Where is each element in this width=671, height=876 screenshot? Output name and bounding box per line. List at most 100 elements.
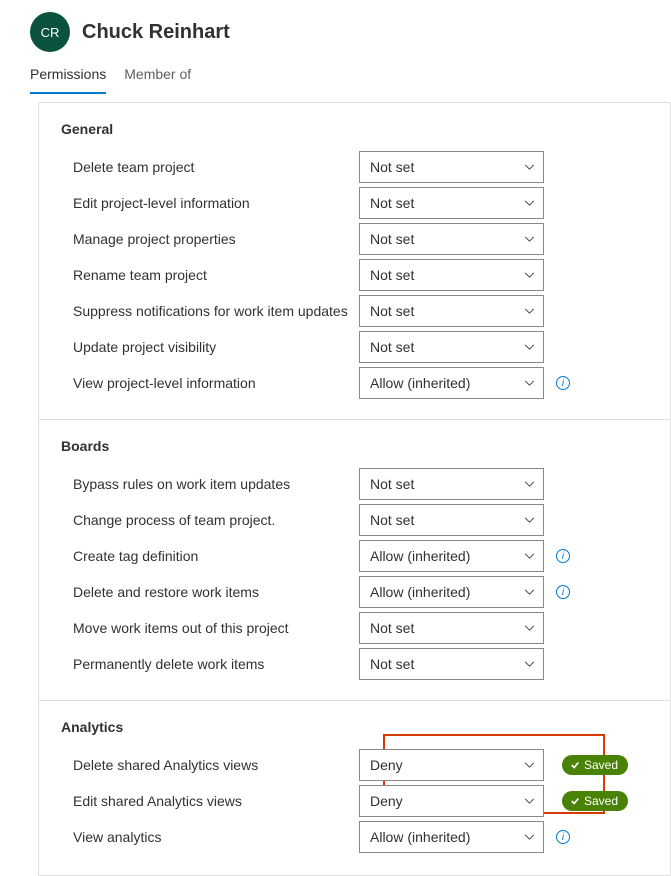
permission-select[interactable]: Not set <box>359 468 544 500</box>
permission-row: Move work items out of this project Not s… <box>61 610 648 646</box>
permission-row: Change process of team project. Not set <box>61 502 648 538</box>
section: AnalyticsDelete shared Analytics viewsDe… <box>39 701 670 855</box>
section-title: Boards <box>61 438 648 454</box>
info-icon[interactable]: i <box>556 549 570 563</box>
permission-value: Deny <box>370 793 403 809</box>
permission-label: Bypass rules on work item updates <box>61 476 359 492</box>
permission-value: Not set <box>370 339 414 355</box>
section: Boards Bypass rules on work item updates N… <box>39 420 670 682</box>
permission-label: Manage project properties <box>61 231 359 247</box>
chevron-down-icon <box>524 236 535 242</box>
info-icon[interactable]: i <box>556 585 570 599</box>
permission-value: Allow (inherited) <box>370 584 470 600</box>
tab-bar: Permissions Member of <box>0 52 671 94</box>
permission-label: Delete team project <box>61 159 359 175</box>
permission-label: Suppress notifications for work item upd… <box>61 303 359 319</box>
permission-select[interactable]: Not set <box>359 612 544 644</box>
permission-label: Move work items out of this project <box>61 620 359 636</box>
permission-select[interactable]: Not set <box>359 187 544 219</box>
permission-select[interactable]: Allow (inherited) <box>359 367 544 399</box>
saved-badge: Saved <box>562 755 628 775</box>
permission-value: Not set <box>370 620 414 636</box>
check-icon <box>570 760 580 770</box>
permission-row: View project-level information Allow (inh… <box>61 365 648 401</box>
permission-value: Allow (inherited) <box>370 375 470 391</box>
permission-row: Create tag definition Allow (inherited) i <box>61 538 648 574</box>
permission-row: Edit project-level information Not set <box>61 185 648 221</box>
permission-label: Edit shared Analytics views <box>61 793 359 809</box>
chevron-down-icon <box>524 200 535 206</box>
permission-select[interactable]: Not set <box>359 504 544 536</box>
permission-row: Suppress notifications for work item upd… <box>61 293 648 329</box>
chevron-down-icon <box>524 481 535 487</box>
permission-select[interactable]: Allow (inherited) <box>359 821 544 853</box>
permission-row: Permanently delete work items Not set <box>61 646 648 682</box>
permission-select[interactable]: Allow (inherited) <box>359 540 544 572</box>
permission-label: Create tag definition <box>61 548 359 564</box>
chevron-down-icon <box>524 625 535 631</box>
permission-select[interactable]: Allow (inherited) <box>359 576 544 608</box>
permissions-panel: GeneralDelete team projectNot setEdit pr… <box>38 102 671 876</box>
permission-select[interactable]: Not set <box>359 295 544 327</box>
section-title: Analytics <box>61 719 648 735</box>
permission-select[interactable]: Not set <box>359 223 544 255</box>
permission-value: Not set <box>370 231 414 247</box>
permission-value: Not set <box>370 195 414 211</box>
permission-select[interactable]: Deny <box>359 749 544 781</box>
permission-value: Not set <box>370 159 414 175</box>
permission-value: Not set <box>370 303 414 319</box>
chevron-down-icon <box>524 380 535 386</box>
permission-select[interactable]: Not set <box>359 151 544 183</box>
chevron-down-icon <box>524 517 535 523</box>
section-title: General <box>61 121 648 137</box>
permission-value: Allow (inherited) <box>370 829 470 845</box>
user-header: CR Chuck Reinhart <box>0 0 671 52</box>
section: GeneralDelete team projectNot setEdit pr… <box>39 103 670 401</box>
permission-row: View analytics Allow (inherited) i <box>61 819 648 855</box>
permission-select[interactable]: Deny <box>359 785 544 817</box>
permission-row: Delete and restore work items Allow (inhe… <box>61 574 648 610</box>
permission-select[interactable]: Not set <box>359 648 544 680</box>
permission-row: Delete shared Analytics views Deny Saved <box>61 747 648 783</box>
permission-select[interactable]: Not set <box>359 259 544 291</box>
permission-value: Not set <box>370 476 414 492</box>
chevron-down-icon <box>524 553 535 559</box>
chevron-down-icon <box>524 762 535 768</box>
chevron-down-icon <box>524 834 535 840</box>
permission-label: Edit project-level information <box>61 195 359 211</box>
chevron-down-icon <box>524 272 535 278</box>
permission-label: Update project visibility <box>61 339 359 355</box>
info-icon[interactable]: i <box>556 376 570 390</box>
chevron-down-icon <box>524 344 535 350</box>
permission-value: Not set <box>370 267 414 283</box>
page-title: Chuck Reinhart <box>82 21 230 44</box>
permission-row: Manage project properties Not set <box>61 221 648 257</box>
permission-value: Deny <box>370 757 403 773</box>
saved-badge: Saved <box>562 791 628 811</box>
permission-row: Update project visibility Not set <box>61 329 648 365</box>
tab-permissions[interactable]: Permissions <box>30 66 106 94</box>
permission-row: Delete team project Not set <box>61 149 648 185</box>
chevron-down-icon <box>524 661 535 667</box>
permission-label: Permanently delete work items <box>61 656 359 672</box>
check-icon <box>570 796 580 806</box>
permission-row: Rename team project Not set <box>61 257 648 293</box>
permission-label: View analytics <box>61 829 359 845</box>
permission-label: Change process of team project. <box>61 512 359 528</box>
permission-value: Not set <box>370 656 414 672</box>
permission-label: Delete and restore work items <box>61 584 359 600</box>
permission-label: Delete shared Analytics views <box>61 757 359 773</box>
chevron-down-icon <box>524 164 535 170</box>
chevron-down-icon <box>524 798 535 804</box>
permission-value: Not set <box>370 512 414 528</box>
avatar: CR <box>30 12 70 52</box>
chevron-down-icon <box>524 308 535 314</box>
chevron-down-icon <box>524 589 535 595</box>
info-icon[interactable]: i <box>556 830 570 844</box>
permission-row: Bypass rules on work item updates Not set <box>61 466 648 502</box>
permission-label: Rename team project <box>61 267 359 283</box>
permission-value: Allow (inherited) <box>370 548 470 564</box>
tab-member-of[interactable]: Member of <box>124 66 191 94</box>
permission-select[interactable]: Not set <box>359 331 544 363</box>
permission-label: View project-level information <box>61 375 359 391</box>
